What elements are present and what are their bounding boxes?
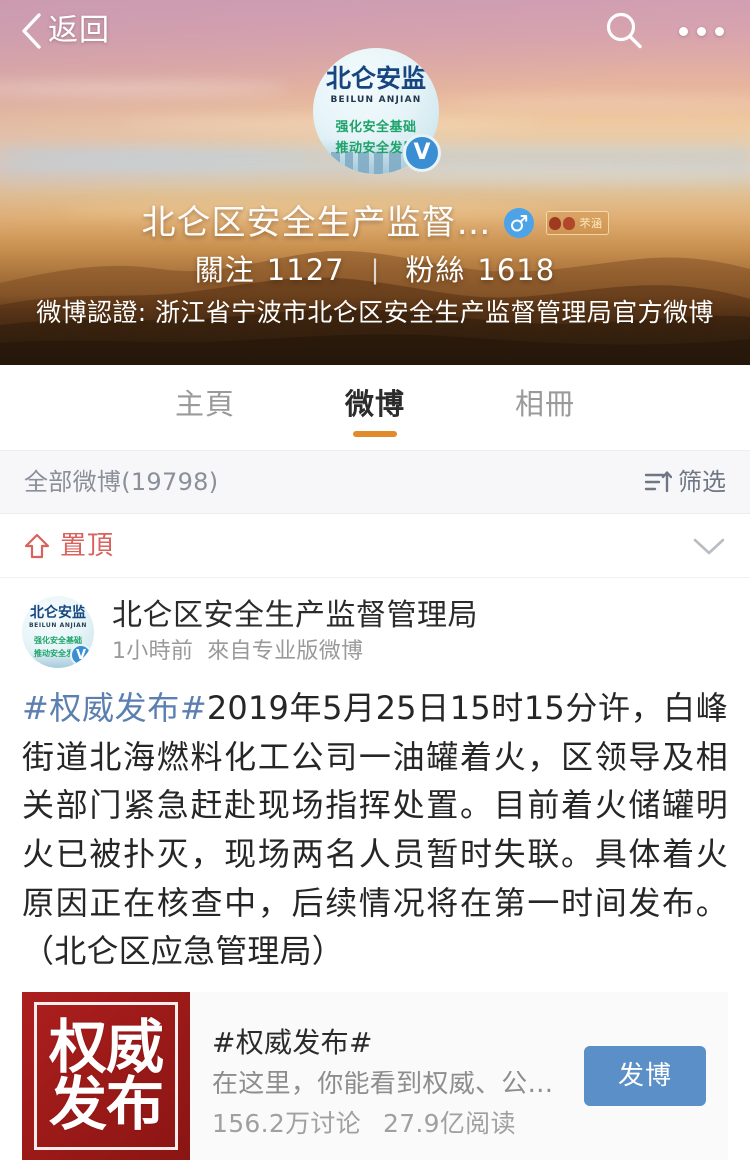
pinned-bar: 置頂: [0, 514, 750, 578]
level-badge: 芣涵: [545, 211, 609, 235]
followers-stat[interactable]: 粉絲 1618: [405, 252, 556, 287]
publish-post-button[interactable]: 发博: [583, 1045, 706, 1106]
tab-weibo[interactable]: 微博: [344, 387, 405, 437]
filter-button-label: 筛选: [678, 468, 726, 496]
profile-stats-row: 關注 1127 | 粉絲 1618: [0, 255, 750, 285]
search-icon: [603, 10, 645, 52]
badge-blob-icon: [562, 216, 575, 230]
avatar-title-text: 北仑安监: [325, 64, 426, 93]
filter-bar: 全部微博(19798) 筛选: [0, 451, 750, 514]
pinned-indicator: 置頂: [24, 532, 114, 560]
back-button-label: 返回: [48, 13, 110, 48]
following-count: 1127: [266, 252, 345, 287]
active-tab-indicator: [352, 431, 397, 437]
male-gender-icon: [503, 208, 534, 238]
more-dots-icon: [715, 26, 724, 36]
avatar-subtitle-text: BEILUN ANJIAN: [330, 95, 422, 105]
avatar-subtitle-text: BEILUN ANJIAN: [28, 622, 88, 629]
avatar-slogan-line1: 强化安全基础: [335, 120, 417, 135]
post-header: 北仑安监 BEILUN ANJIAN 强化安全基础 推动安全发展 V 北仑区安全…: [22, 596, 728, 668]
tab-homepage[interactable]: 主頁: [175, 390, 235, 425]
topic-info: #权威发布# 在这里，你能看到权威、公... 156.2万讨论 27.9亿阅读: [190, 992, 584, 1160]
following-stat[interactable]: 關注 1127: [194, 252, 345, 287]
more-dots-icon: [679, 26, 688, 36]
topic-description: 在这里，你能看到权威、公...: [212, 1071, 554, 1098]
tab-album-label: 相冊: [515, 387, 576, 421]
profile-tabs: 主頁 微博 相冊: [0, 365, 750, 451]
topic-thumb-line2: 发布: [48, 1069, 164, 1138]
verified-badge-icon: V: [70, 644, 92, 666]
pinned-label: 置頂: [60, 530, 115, 561]
collapse-button[interactable]: [692, 535, 726, 557]
top-navigation-bar: 返回: [0, 0, 750, 62]
topic-card[interactable]: 权威 发布 #权威发布# 在这里，你能看到权威、公... 156.2万讨论 27.…: [22, 991, 728, 1160]
more-dots-icon: [697, 26, 706, 36]
tab-weibo-label: 微博: [344, 387, 405, 421]
sort-filter-icon: [644, 469, 672, 495]
post-source: 來自专业版微博: [207, 639, 364, 664]
pin-top-arrow-icon: [24, 532, 50, 560]
topic-title: #权威发布#: [212, 1026, 373, 1060]
profile-banner: 返回 北仑安监 BEILUN ANJIAN 强化安全基础 推动安全发展 V 北仑…: [0, 0, 750, 365]
topic-stats: 156.2万讨论 27.9亿阅读: [212, 1111, 568, 1136]
filter-button[interactable]: 筛选: [644, 469, 726, 495]
chevron-down-icon: [692, 535, 726, 557]
level-badge-label: 芣涵: [579, 216, 603, 230]
post-header-text: 北仑区安全生产监督管理局 1小時前 來自专业版微博: [112, 601, 478, 663]
verification-text: 微博認證: 浙江省宁波市北仑区安全生产监督管理局官方微博: [36, 298, 714, 327]
stats-separator: |: [370, 255, 380, 285]
post-meta: 1小時前 來自专业版微博: [112, 641, 478, 663]
followers-count: 1618: [477, 252, 556, 287]
badge-blob-icon: [548, 216, 561, 230]
post-hashtag-link[interactable]: #权威发布#: [22, 689, 207, 727]
profile-name-row: 北仑区安全生产监督… 芣涵: [0, 206, 750, 240]
topic-thumbnail-text: 权威 发布: [22, 992, 190, 1160]
post-author-avatar[interactable]: 北仑安监 BEILUN ANJIAN 强化安全基础 推动安全发展 V: [22, 596, 94, 668]
post-count-label: 全部微博(19798): [24, 468, 219, 496]
topic-read-count: 27.9亿阅读: [382, 1109, 516, 1139]
profile-avatar[interactable]: 北仑安监 BEILUN ANJIAN 强化安全基础 推动安全发展 V: [313, 48, 441, 174]
tab-album[interactable]: 相冊: [515, 390, 575, 425]
chevron-left-icon: [20, 12, 42, 50]
post-content: #权威发布#2019年5月25日15时15分许，白峰街道北海燃料化工公司一油罐着…: [22, 684, 728, 976]
more-options-button[interactable]: [679, 26, 724, 36]
weibo-post[interactable]: 北仑安监 BEILUN ANJIAN 强化安全基础 推动安全发展 V 北仑区安全…: [0, 578, 750, 1160]
search-button[interactable]: [603, 10, 645, 52]
topic-discussion-count: 156.2万讨论: [212, 1109, 361, 1139]
followers-label: 粉絲: [405, 252, 466, 287]
avatar-title-text: 北仑安监: [30, 605, 86, 621]
post-author-name[interactable]: 北仑区安全生产监督管理局: [112, 601, 478, 631]
following-label: 關注: [194, 252, 255, 287]
post-time: 1小時前: [112, 639, 194, 664]
topic-action-area: 发博: [583, 992, 728, 1160]
post-text: 2019年5月25日15时15分许，白峰街道北海燃料化工公司一油罐着火，区领导及…: [22, 689, 728, 971]
tab-homepage-label: 主頁: [174, 387, 235, 421]
topic-thumb-line1: 权威: [48, 1012, 164, 1081]
back-button[interactable]: 返回: [20, 12, 110, 50]
topic-thumbnail: 权威 发布: [22, 991, 190, 1160]
page-title: 北仑区安全生产监督…: [141, 203, 492, 243]
verified-badge-icon: V: [403, 134, 441, 172]
